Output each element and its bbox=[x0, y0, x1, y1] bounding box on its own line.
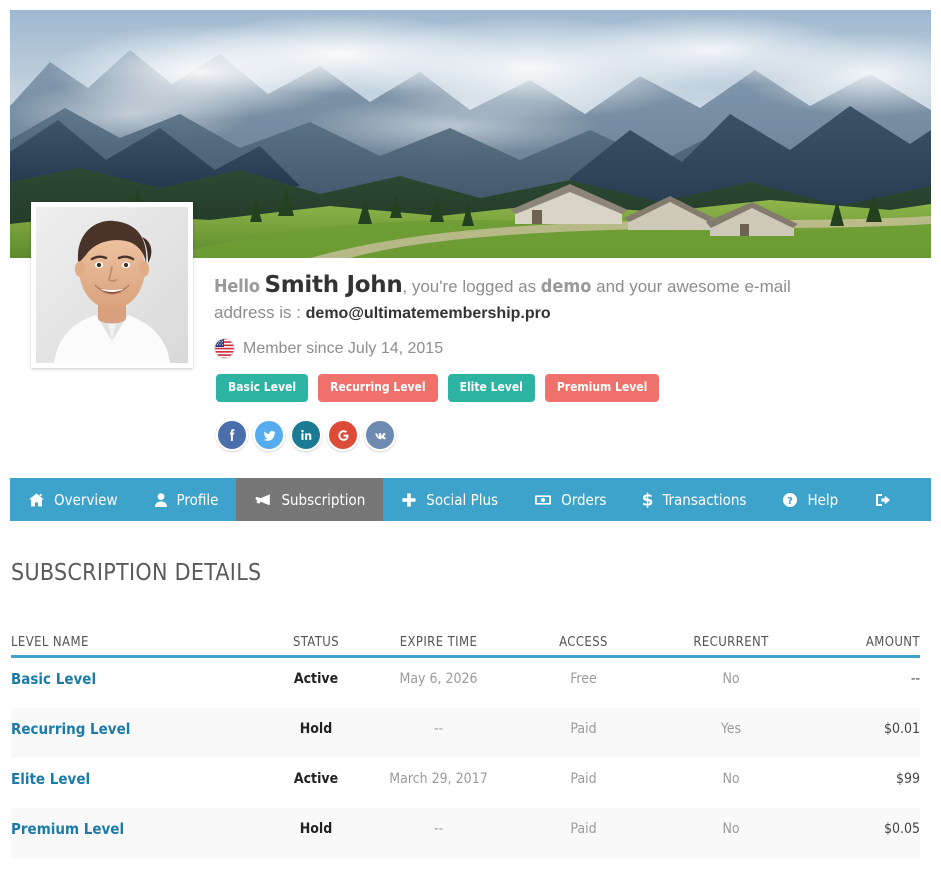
row-status: Hold bbox=[299, 821, 333, 837]
page-title: SUBSCRIPTION DETAILS bbox=[11, 560, 262, 586]
column-header-access: ACCESS bbox=[559, 635, 608, 650]
facebook-icon[interactable] bbox=[216, 419, 248, 451]
row-recurrent: No bbox=[722, 671, 740, 687]
row-status: Active bbox=[293, 771, 339, 787]
twitter-icon[interactable] bbox=[253, 419, 285, 451]
row-access: Free bbox=[570, 671, 597, 687]
row-expire-time: May 6, 2026 bbox=[399, 671, 478, 687]
greeting-line: Hello Smith John, you're logged as demo … bbox=[214, 272, 854, 300]
megaphone-icon bbox=[254, 492, 272, 508]
table-row: Recurring Level Hold -- Paid Yes $0.01 bbox=[11, 708, 920, 758]
column-header-level-name: LEVEL NAME bbox=[11, 635, 89, 650]
row-status: Hold bbox=[299, 721, 333, 737]
avatar bbox=[31, 202, 193, 368]
nav-label-transactions: Transactions bbox=[662, 490, 747, 509]
member-since-text: Member since July 14, 2015 bbox=[243, 339, 444, 357]
nav-item-transactions[interactable]: $ Transactions bbox=[624, 478, 764, 521]
linkedin-icon[interactable] bbox=[290, 419, 322, 451]
nav-label-profile: Profile bbox=[176, 490, 219, 509]
row-expire-time: -- bbox=[433, 721, 444, 737]
member-since-row: Member since July 14, 2015 bbox=[214, 338, 854, 359]
user-icon bbox=[154, 492, 168, 508]
user-info-block: Hello Smith John, you're logged as demo … bbox=[214, 272, 854, 359]
question-icon: ? bbox=[782, 492, 798, 508]
column-header-status: STATUS bbox=[292, 635, 340, 650]
vk-icon[interactable] bbox=[364, 419, 396, 451]
us-flag-icon bbox=[214, 338, 235, 359]
google-icon[interactable] bbox=[327, 419, 359, 451]
level-name-link[interactable]: Basic Level bbox=[11, 670, 96, 688]
table-header-row: LEVEL NAME STATUS EXPIRE TIME ACCESS REC… bbox=[11, 628, 920, 658]
nav-label-orders: Orders bbox=[561, 490, 607, 509]
badge-recurring-level[interactable]: Recurring Level bbox=[318, 374, 438, 402]
column-header-expire-time: EXPIRE TIME bbox=[399, 635, 478, 650]
subscription-details-table: LEVEL NAME STATUS EXPIRE TIME ACCESS REC… bbox=[11, 628, 920, 858]
row-recurrent: No bbox=[722, 771, 740, 787]
level-name-link[interactable]: Recurring Level bbox=[11, 720, 130, 738]
row-access: Paid bbox=[570, 771, 597, 787]
greeting-tail-text: and your awesome e-mail bbox=[591, 277, 791, 296]
column-header-recurrent: RECURRENT bbox=[693, 635, 769, 650]
nav-label-subscription: Subscription bbox=[281, 490, 366, 509]
greeting-middle-text: , you're logged as bbox=[402, 277, 541, 296]
row-amount: $0.01 bbox=[883, 721, 920, 737]
row-status: Active bbox=[293, 671, 339, 687]
avatar-image bbox=[36, 207, 188, 363]
row-amount: $99 bbox=[895, 771, 920, 787]
nav-item-help[interactable]: ? Help bbox=[764, 478, 856, 521]
dollar-icon: $ bbox=[642, 491, 653, 508]
nav-item-social-plus[interactable]: Social Plus bbox=[383, 478, 516, 521]
table-row: Elite Level Active March 29, 2017 Paid N… bbox=[11, 758, 920, 808]
row-access: Paid bbox=[570, 821, 597, 837]
row-amount: -- bbox=[910, 671, 920, 687]
banknote-icon bbox=[534, 492, 552, 508]
nav-item-orders[interactable]: Orders bbox=[516, 478, 624, 521]
greeting-username: demo bbox=[540, 276, 592, 297]
badge-premium-level[interactable]: Premium Level bbox=[544, 374, 660, 402]
membership-level-badges: Basic Level Recurring Level Elite Level … bbox=[216, 374, 660, 402]
nav-item-logout[interactable] bbox=[856, 478, 919, 521]
row-amount: $0.05 bbox=[883, 821, 920, 837]
svg-text:?: ? bbox=[788, 496, 794, 507]
level-name-link[interactable]: Elite Level bbox=[11, 770, 90, 788]
main-navigation: Overview Profile Subscription Social Plu… bbox=[10, 478, 931, 521]
greeting-hello: Hello bbox=[214, 276, 260, 297]
row-recurrent: Yes bbox=[720, 721, 742, 737]
social-links bbox=[216, 419, 396, 451]
badge-basic-level[interactable]: Basic Level bbox=[216, 374, 309, 402]
row-access: Paid bbox=[570, 721, 597, 737]
row-expire-time: March 29, 2017 bbox=[389, 771, 488, 787]
row-expire-time: -- bbox=[433, 821, 444, 837]
greeting-email-line: address is : demo@ultimatemembership.pro bbox=[214, 300, 854, 327]
home-icon bbox=[28, 492, 45, 508]
logout-icon bbox=[874, 492, 892, 508]
nav-item-profile[interactable]: Profile bbox=[136, 478, 237, 521]
level-name-link[interactable]: Premium Level bbox=[11, 820, 124, 838]
nav-label-social-plus: Social Plus bbox=[426, 490, 499, 509]
svg-text:$: $ bbox=[642, 491, 653, 508]
user-email: demo@ultimatemembership.pro bbox=[305, 305, 551, 322]
nav-label-help: Help bbox=[807, 490, 839, 509]
nav-item-overview[interactable]: Overview bbox=[10, 478, 136, 521]
badge-elite-level[interactable]: Elite Level bbox=[447, 374, 535, 402]
nav-item-subscription[interactable]: Subscription bbox=[236, 478, 384, 521]
greeting-user-fullname: Smith John bbox=[264, 272, 403, 298]
email-label: address is : bbox=[214, 303, 306, 322]
nav-label-overview: Overview bbox=[54, 490, 118, 509]
table-row: Basic Level Active May 6, 2026 Free No -… bbox=[11, 658, 920, 708]
table-row: Premium Level Hold -- Paid No $0.05 bbox=[11, 808, 920, 858]
row-recurrent: No bbox=[722, 821, 740, 837]
column-header-amount: AMOUNT bbox=[865, 635, 920, 650]
plus-icon bbox=[401, 492, 417, 508]
